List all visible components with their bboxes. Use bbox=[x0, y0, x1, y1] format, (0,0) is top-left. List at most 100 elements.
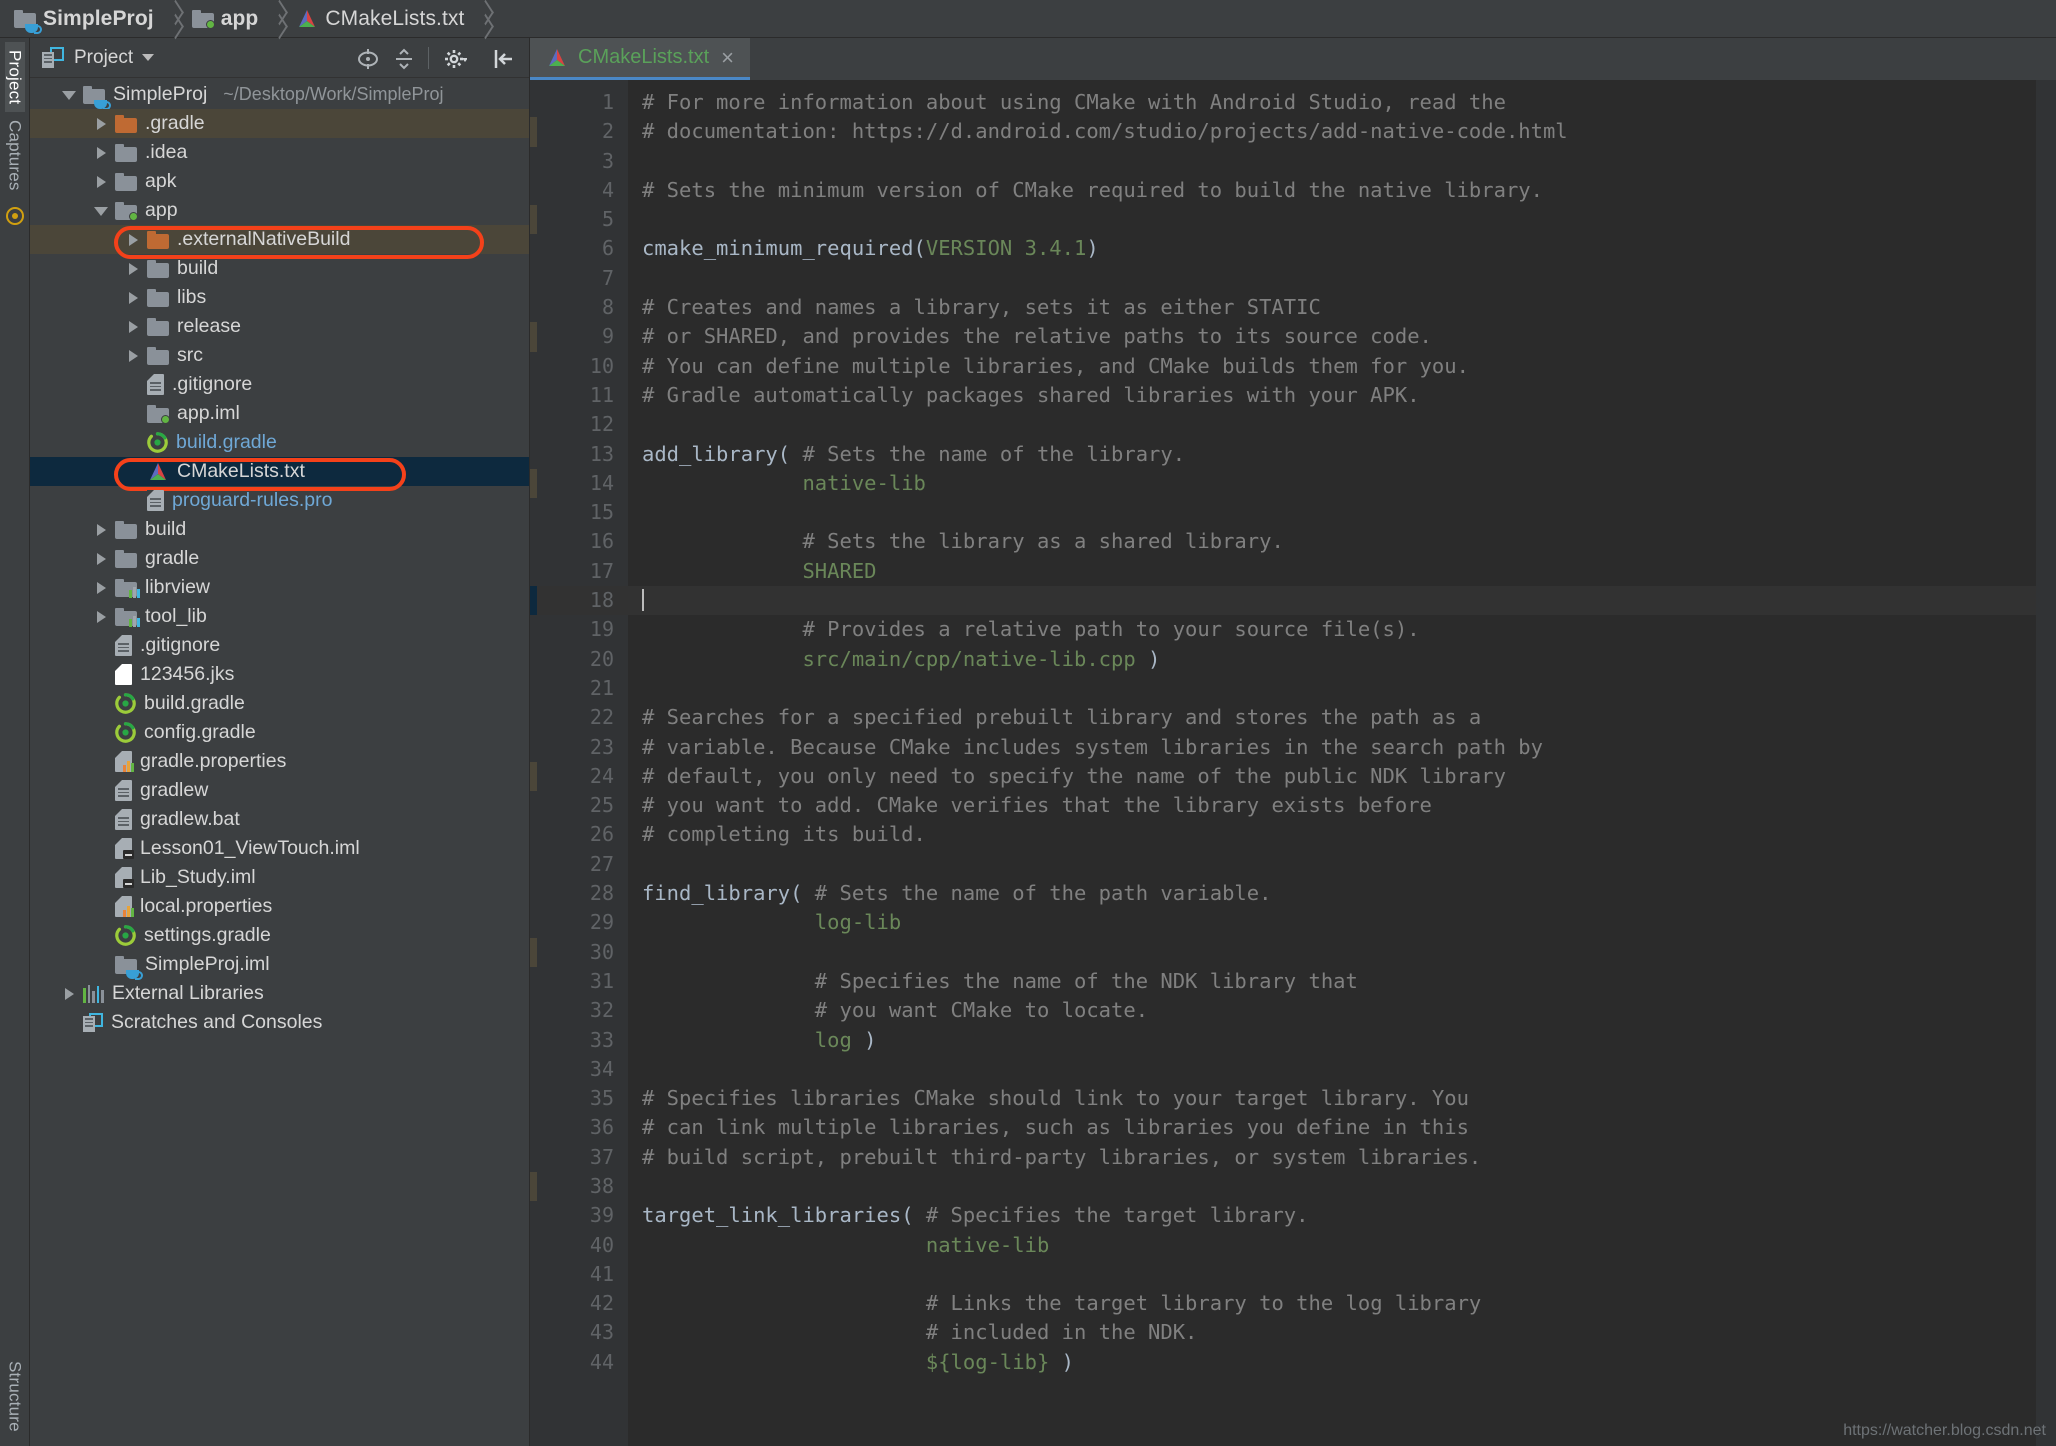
code-line[interactable]: log ) bbox=[628, 1026, 2036, 1055]
code-line[interactable]: # Creates and names a library, sets it a… bbox=[628, 293, 2036, 322]
hide-icon[interactable] bbox=[491, 47, 513, 69]
code-line[interactable]: # you want to add. CMake verifies that t… bbox=[628, 791, 2036, 820]
code-line[interactable]: # Searches for a specified prebuilt libr… bbox=[628, 703, 2036, 732]
tree-expand-arrow-icon[interactable] bbox=[62, 987, 76, 1001]
tree-row[interactable]: .idea bbox=[30, 138, 529, 167]
code-line[interactable]: # variable. Because CMake includes syste… bbox=[628, 733, 2036, 762]
locate-icon[interactable] bbox=[356, 47, 378, 69]
tree-row[interactable]: app.iml bbox=[30, 399, 529, 428]
tree-expand-arrow-icon[interactable] bbox=[94, 581, 108, 595]
code-line[interactable]: # Provides a relative path to your sourc… bbox=[628, 615, 2036, 644]
code-line[interactable]: find_library( # Sets the name of the pat… bbox=[628, 879, 2036, 908]
tree-row[interactable]: build.gradle bbox=[30, 428, 529, 457]
tree-row[interactable]: build bbox=[30, 515, 529, 544]
tree-row[interactable]: libs bbox=[30, 283, 529, 312]
tool-tab-project[interactable]: Project bbox=[4, 42, 25, 113]
tree-expand-arrow-icon[interactable] bbox=[126, 233, 140, 247]
tree-row[interactable]: app bbox=[30, 196, 529, 225]
tree-row[interactable]: Lib_Study.iml bbox=[30, 863, 529, 892]
tree-row[interactable]: External Libraries bbox=[30, 979, 529, 1008]
code-line[interactable]: native-lib bbox=[628, 469, 2036, 498]
tree-expand-arrow-icon[interactable] bbox=[94, 552, 108, 566]
code-line[interactable]: # build script, prebuilt third-party lib… bbox=[628, 1143, 2036, 1172]
code-line[interactable]: # or SHARED, and provides the relative p… bbox=[628, 322, 2036, 351]
tree-row[interactable]: .gitignore bbox=[30, 631, 529, 660]
code-line[interactable] bbox=[628, 1260, 2036, 1289]
code-line[interactable]: log-lib bbox=[628, 908, 2036, 937]
code-line[interactable]: SHARED bbox=[628, 557, 2036, 586]
code-line[interactable] bbox=[628, 498, 2036, 527]
code-line[interactable]: target_link_libraries( # Specifies the t… bbox=[628, 1201, 2036, 1230]
code-editor[interactable]: 1 2 3 4 5 6 7 8 9 10 11 12 13 14 15 16 17 18 19 20 21 22 23 24 2… bbox=[530, 80, 2056, 1446]
tree-row[interactable]: gradlew.bat bbox=[30, 805, 529, 834]
breadcrumb-item-app[interactable]: app bbox=[191, 0, 263, 38]
code-line[interactable] bbox=[628, 264, 2036, 293]
tree-row[interactable]: SimpleProj ~/Desktop/Work/SimpleProj bbox=[30, 80, 529, 110]
collapse-all-icon[interactable] bbox=[392, 47, 414, 69]
tree-expand-arrow-icon[interactable] bbox=[94, 117, 108, 131]
code-line[interactable]: # completing its build. bbox=[628, 820, 2036, 849]
code-line[interactable]: # Specifies the name of the NDK library … bbox=[628, 967, 2036, 996]
tree-expand-arrow-icon[interactable] bbox=[94, 204, 108, 218]
tree-row[interactable]: 123456.jks bbox=[30, 660, 529, 689]
code-line[interactable] bbox=[628, 205, 2036, 234]
code-line[interactable]: ${log-lib} ) bbox=[628, 1348, 2036, 1377]
code-content[interactable]: # For more information about using CMake… bbox=[628, 80, 2036, 1446]
tree-expand-arrow-icon[interactable] bbox=[126, 320, 140, 334]
code-line[interactable] bbox=[628, 410, 2036, 439]
tree-row[interactable]: build.gradle bbox=[30, 689, 529, 718]
code-line[interactable]: # Gradle automatically packages shared l… bbox=[628, 381, 2036, 410]
code-line[interactable]: # you want CMake to locate. bbox=[628, 996, 2036, 1025]
tree-expand-arrow-icon[interactable] bbox=[94, 610, 108, 624]
tree-expand-arrow-icon[interactable] bbox=[94, 175, 108, 189]
tree-row[interactable]: librview bbox=[30, 573, 529, 602]
tree-row[interactable]: Lesson01_ViewTouch.iml bbox=[30, 834, 529, 863]
tree-row[interactable]: gradle.properties bbox=[30, 747, 529, 776]
code-line[interactable]: # default, you only need to specify the … bbox=[628, 762, 2036, 791]
code-line[interactable]: # Sets the minimum version of CMake requ… bbox=[628, 176, 2036, 205]
tree-row[interactable]: .externalNativeBuild bbox=[30, 225, 529, 254]
tree-row[interactable]: src bbox=[30, 341, 529, 370]
tree-row[interactable]: release bbox=[30, 312, 529, 341]
tree-expand-arrow-icon[interactable] bbox=[62, 88, 76, 102]
code-line[interactable] bbox=[628, 1172, 2036, 1201]
code-line[interactable]: # documentation: https://d.android.com/s… bbox=[628, 117, 2036, 146]
tree-row[interactable]: local.properties bbox=[30, 892, 529, 921]
code-line[interactable]: # You can define multiple libraries, and… bbox=[628, 352, 2036, 381]
code-line[interactable]: # For more information about using CMake… bbox=[628, 88, 2036, 117]
tree-expand-arrow-icon[interactable] bbox=[126, 262, 140, 276]
gear-icon[interactable] bbox=[443, 47, 477, 69]
tree-row[interactable]: gradlew bbox=[30, 776, 529, 805]
breadcrumb-item-project[interactable]: SimpleProj bbox=[14, 0, 158, 38]
code-line[interactable] bbox=[628, 1055, 2036, 1084]
code-line[interactable]: # Links the target library to the log li… bbox=[628, 1289, 2036, 1318]
tree-row[interactable]: proguard-rules.pro bbox=[30, 486, 529, 515]
tree-row[interactable]: gradle bbox=[30, 544, 529, 573]
code-line[interactable] bbox=[628, 850, 2036, 879]
tree-expand-arrow-icon[interactable] bbox=[94, 146, 108, 160]
code-line[interactable]: src/main/cpp/native-lib.cpp ) bbox=[628, 645, 2036, 674]
tree-expand-arrow-icon[interactable] bbox=[126, 349, 140, 363]
tree-row[interactable]: apk bbox=[30, 167, 529, 196]
tree-row[interactable]: settings.gradle bbox=[30, 921, 529, 950]
close-icon[interactable]: × bbox=[719, 46, 736, 69]
tool-tab-structure[interactable]: Structure bbox=[5, 1353, 25, 1440]
code-line[interactable]: # Specifies libraries CMake should link … bbox=[628, 1084, 2036, 1113]
tree-row[interactable]: SimpleProj.iml bbox=[30, 950, 529, 980]
tree-row[interactable]: build bbox=[30, 254, 529, 283]
tool-tab-captures[interactable]: Captures bbox=[5, 112, 25, 199]
tree-expand-arrow-icon[interactable] bbox=[94, 523, 108, 537]
editor-tab-cmakelists[interactable]: CMakeLists.txt × bbox=[530, 38, 751, 80]
code-line[interactable]: add_library( # Sets the name of the libr… bbox=[628, 440, 2036, 469]
tree-row[interactable]: Scratches and Consoles bbox=[30, 1008, 529, 1037]
chevron-down-icon[interactable] bbox=[142, 54, 155, 61]
tree-row[interactable]: .gitignore bbox=[30, 370, 529, 399]
code-line[interactable] bbox=[628, 586, 2036, 616]
code-line[interactable] bbox=[628, 938, 2036, 967]
code-line[interactable]: native-lib bbox=[628, 1231, 2036, 1260]
tree-row[interactable]: CMakeLists.txt bbox=[30, 457, 529, 486]
tree-row[interactable]: tool_lib bbox=[30, 602, 529, 631]
code-line[interactable]: # Sets the library as a shared library. bbox=[628, 527, 2036, 556]
code-line[interactable] bbox=[628, 674, 2036, 703]
tree-row[interactable]: .gradle bbox=[30, 109, 529, 138]
